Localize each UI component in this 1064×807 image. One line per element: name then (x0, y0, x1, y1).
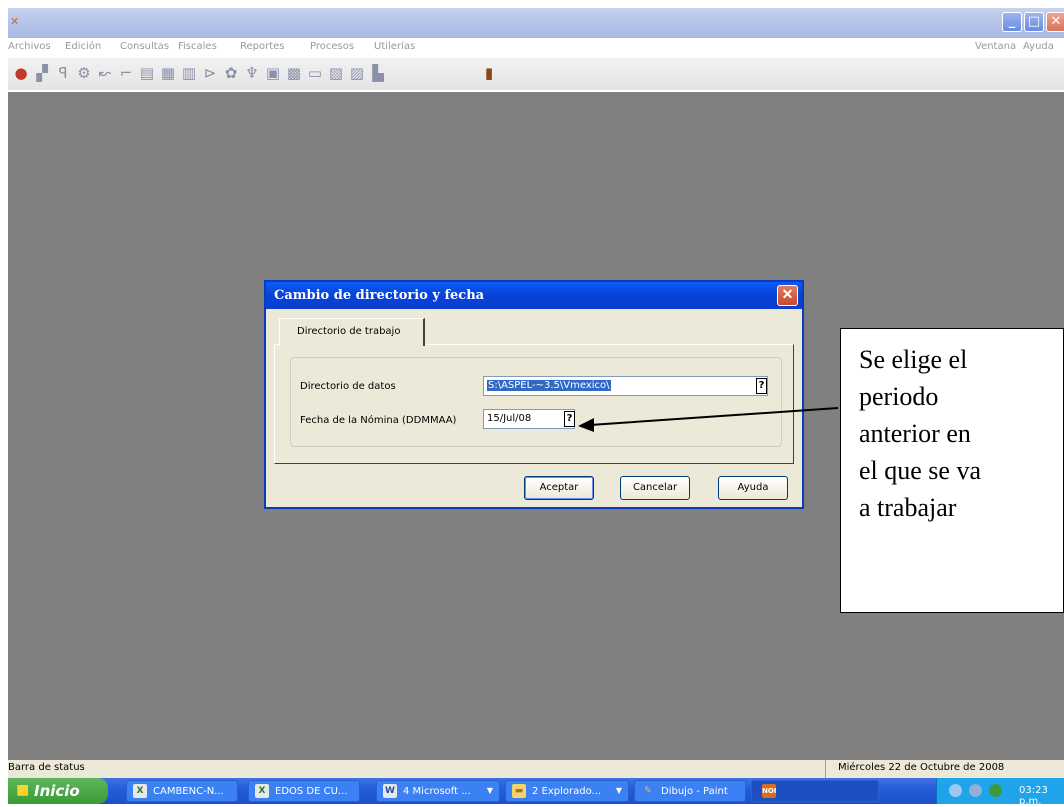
start-button[interactable]: ■ Inicio (8, 778, 108, 804)
word-icon: W (383, 784, 397, 798)
task-label: NOI (762, 784, 776, 798)
status-bar: Barra de status Miércoles 22 de Octubre … (8, 760, 1064, 778)
task-explorer[interactable]: ▬ 2 Explorado... ▼ (505, 780, 629, 802)
tray-app-icon[interactable] (989, 784, 1002, 797)
excel-icon: X (133, 784, 147, 798)
windows-flag-icon: ■ (16, 782, 30, 798)
arrow-line (589, 407, 839, 426)
system-tray: 03:23 p.m. (936, 778, 1064, 807)
task-paint[interactable]: ✎ Dibujo - Paint (634, 780, 746, 802)
start-label: Inicio (34, 782, 80, 800)
dropdown-arrow-icon: ▼ (486, 786, 493, 795)
arrow-head (578, 418, 594, 432)
task-word[interactable]: W 4 Microsoft ... ▼ (376, 780, 500, 802)
taskbar: ■ Inicio X CAMBENC-N... X EDOS DE CU... … (8, 778, 1064, 807)
task-cambenc[interactable]: X CAMBENC-N... (126, 780, 238, 802)
task-label: 4 Microsoft ... (403, 786, 471, 797)
annotation-arrow (578, 407, 839, 432)
task-label: EDOS DE CU... (275, 786, 348, 797)
task-label: Dibujo - Paint (661, 786, 728, 797)
status-date: Miércoles 22 de Octubre de 2008 (838, 762, 1005, 773)
tray-back-icon[interactable] (949, 784, 962, 797)
excel-icon: X (255, 784, 269, 798)
paint-icon: ✎ (644, 786, 652, 796)
tray-network-icon[interactable] (969, 784, 982, 797)
task-noi[interactable]: NOI (751, 780, 879, 802)
folder-icon: ▬ (512, 784, 526, 798)
task-edos[interactable]: X EDOS DE CU... (248, 780, 360, 802)
task-label: CAMBENC-N... (153, 786, 224, 797)
dropdown-arrow-icon: ▼ (615, 786, 622, 795)
status-text: Barra de status (8, 762, 85, 773)
task-label: 2 Explorado... (532, 786, 602, 797)
status-separator (825, 760, 826, 778)
